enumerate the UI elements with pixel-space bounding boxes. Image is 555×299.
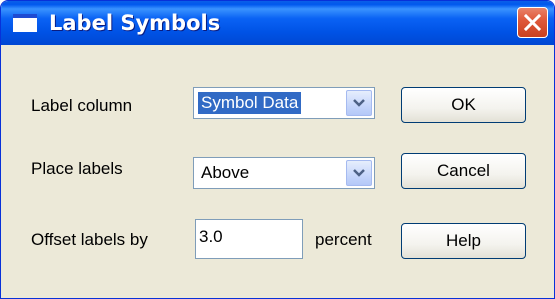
title-bar[interactable]: Label Symbols	[1, 1, 554, 45]
help-button[interactable]: Help	[401, 223, 526, 259]
cancel-button[interactable]: Cancel	[401, 153, 526, 189]
window-icon	[13, 14, 37, 32]
label-column-dropdown-button[interactable]	[346, 90, 372, 116]
close-icon	[524, 14, 541, 31]
label-column-label: Label column	[31, 96, 133, 115]
ok-button[interactable]: OK	[401, 87, 526, 123]
place-labels-label: Place labels	[31, 159, 123, 178]
offset-input-box[interactable]	[195, 219, 303, 259]
chevron-down-icon	[353, 169, 365, 177]
offset-labels-label: Offset labels by	[31, 230, 148, 249]
label-column-value: Symbol Data	[198, 92, 302, 114]
dialog-body: Label column Symbol Data Place labels Ab…	[5, 45, 550, 294]
place-labels-select[interactable]: Above	[193, 157, 375, 189]
dialog-window: Label Symbols Label column Symbol Data P…	[0, 0, 555, 299]
place-labels-value: Above	[201, 163, 250, 182]
place-labels-dropdown-button[interactable]	[346, 160, 372, 186]
close-button[interactable]	[517, 7, 548, 38]
chevron-down-icon	[353, 99, 365, 107]
label-column-select[interactable]: Symbol Data	[193, 87, 375, 119]
offset-input[interactable]	[199, 226, 289, 248]
offset-unit-label: percent	[315, 230, 372, 249]
dialog-title: Label Symbols	[49, 11, 221, 35]
